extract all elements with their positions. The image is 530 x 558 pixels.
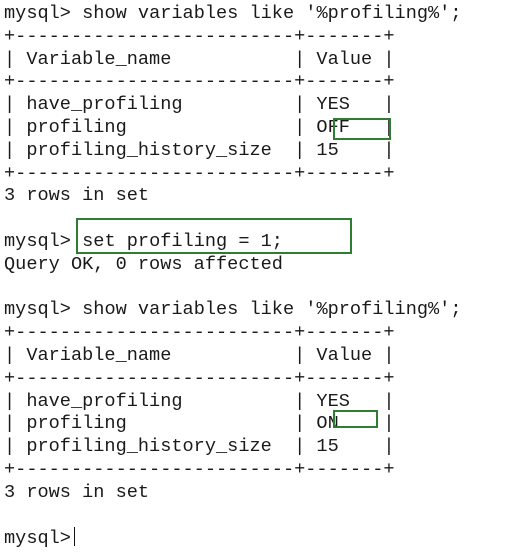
highlight-box-set-command	[76, 218, 352, 254]
command-text: show variables like '%profiling%';	[82, 299, 462, 321]
prompt: mysql>	[4, 230, 71, 252]
prompt: mysql>	[4, 299, 71, 321]
table-border: +-------------------------+-------+	[4, 162, 395, 184]
table-border: +-------------------------+-------+	[4, 367, 395, 389]
table-row: | profiling_history_size | 15 |	[4, 436, 395, 458]
prompt: mysql>	[4, 3, 71, 24]
prompt: mysql>	[4, 528, 71, 550]
table-header: | Variable_name | Value |	[4, 48, 395, 70]
query-result: Query OK, 0 rows affected	[4, 253, 283, 275]
highlight-box-off	[333, 118, 391, 140]
command-line: mysql> show variables like '%profiling%'…	[4, 299, 462, 322]
table-row: | profiling | OFF |	[4, 116, 395, 138]
table-border: +-------------------------+-------+	[4, 25, 395, 47]
table-row: | profiling_history_size | 15 |	[4, 139, 395, 161]
table-header: | Variable_name | Value |	[4, 344, 395, 366]
command-line: mysql> show variables like '%profiling%'…	[4, 3, 462, 26]
table-border: +-------------------------+-------+	[4, 71, 395, 93]
highlight-box-on	[333, 410, 378, 428]
table-border: +-------------------------+-------+	[4, 458, 395, 480]
table-row: | profiling | ON |	[4, 413, 395, 435]
mysql-terminal[interactable]: mysql> show variables like '%profiling%'…	[4, 3, 462, 550]
input-line[interactable]: mysql>	[4, 527, 462, 550]
table-row: | have_profiling | YES |	[4, 94, 395, 116]
table-row: | have_profiling | YES |	[4, 390, 395, 412]
command-text: show variables like '%profiling%';	[82, 3, 462, 24]
text-cursor	[73, 527, 76, 547]
rows-count: 3 rows in set	[4, 481, 150, 503]
table-border: +-------------------------+-------+	[4, 322, 395, 344]
rows-count: 3 rows in set	[4, 185, 150, 207]
